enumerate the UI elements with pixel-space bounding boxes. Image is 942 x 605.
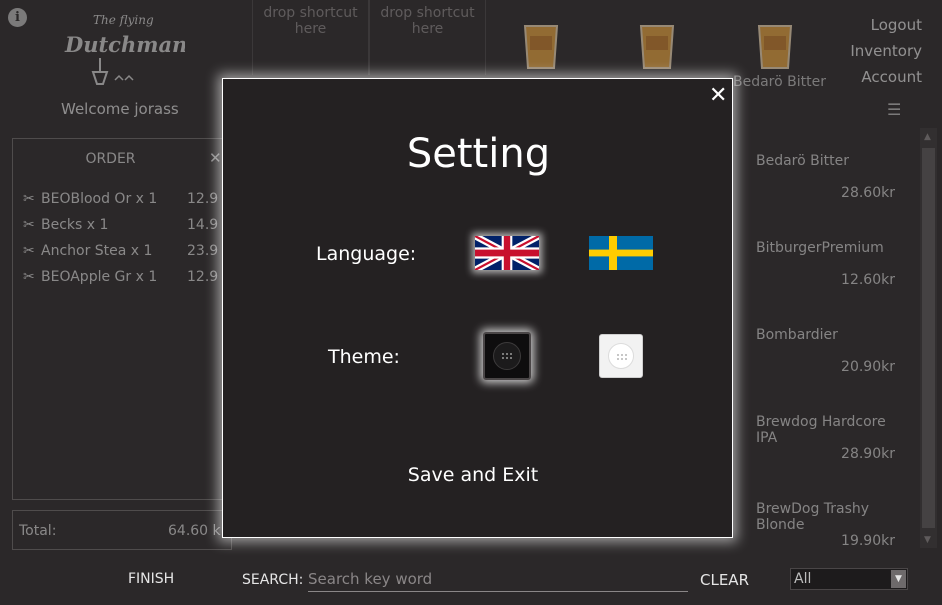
scrollbar-thumb[interactable] — [922, 148, 935, 528]
shortcut-slot-1[interactable]: drop shortcut here — [252, 0, 369, 75]
clear-button[interactable]: CLEAR — [700, 571, 749, 589]
scissors-icon[interactable]: ✂ — [23, 269, 41, 285]
language-label: Language: — [316, 243, 417, 265]
beer-list-scrollbar[interactable]: ▲ ▼ — [920, 128, 937, 548]
beer-name: BitburgerPremium — [756, 240, 884, 256]
shortcut-slot-2[interactable]: drop shortcut here — [369, 0, 486, 75]
flying-dutchman-logo: The flying Dutchman — [64, 13, 185, 85]
order-row: ✂ BEOBlood Or x 1 12.9 — [23, 191, 218, 207]
logo-title: Dutchman — [64, 32, 185, 57]
dark-theme-button[interactable] — [483, 332, 531, 380]
grid-dots-icon — [502, 353, 512, 359]
scissors-icon[interactable]: ✂ — [23, 191, 41, 207]
info-icon[interactable]: i — [8, 8, 27, 27]
logo-tagline: The flying — [93, 13, 154, 27]
beer-price: 19.90kr — [841, 533, 895, 549]
order-item-name: BEOBlood Or x 1 — [41, 191, 158, 207]
order-item-price: 14.9 — [187, 217, 219, 233]
top-beer-name[interactable]: Bedarö Bitter — [733, 74, 826, 90]
beer-name: Bedarö Bitter — [756, 153, 849, 169]
settings-modal: ✕ Setting Language: Theme: Save and Exit — [222, 78, 733, 538]
beer-name: Brewdog Hardcore IPA — [756, 414, 886, 446]
logout-link[interactable]: Logout — [850, 12, 922, 38]
filter-selected-value: All — [794, 571, 812, 587]
beer-list-item[interactable]: Brewdog Hardcore IPA 28.90kr — [712, 414, 912, 494]
save-and-exit-button[interactable]: Save and Exit — [223, 464, 723, 486]
total-label: Total: — [19, 523, 57, 539]
scroll-up-icon[interactable]: ▲ — [924, 132, 931, 142]
beer-glass-icon[interactable] — [638, 22, 676, 72]
light-theme-knob-icon — [608, 343, 634, 369]
order-item-name: Anchor Stea x 1 — [41, 243, 153, 259]
beer-glass-icon[interactable] — [522, 22, 560, 72]
account-link[interactable]: Account — [850, 64, 922, 90]
beer-glass-icon[interactable] — [756, 22, 794, 72]
order-row: ✂ BEOApple Gr x 1 12.9 — [23, 269, 218, 285]
order-close-icon[interactable]: ✕ — [209, 149, 222, 167]
dark-theme-knob-icon — [493, 342, 521, 370]
beer-price: 12.60kr — [841, 272, 895, 288]
beer-list-item[interactable]: Bombardier 20.90kr — [712, 327, 912, 407]
light-theme-button[interactable] — [599, 334, 643, 378]
beer-list-item[interactable]: BitburgerPremium 12.60kr — [712, 240, 912, 320]
order-item-price: 23.9 — [187, 243, 219, 259]
order-item-price: 12.9 — [187, 191, 219, 207]
modal-title: Setting — [406, 131, 551, 177]
app-window: i The flying Dutchman Welcome jorass dro… — [0, 0, 942, 605]
theme-label: Theme: — [328, 346, 400, 368]
order-row: ✂ Becks x 1 14.9 — [23, 217, 218, 233]
search-label: SEARCH: — [242, 572, 304, 588]
order-row: ✂ Anchor Stea x 1 23.9 — [23, 243, 218, 259]
beer-name: BrewDog Trashy Blonde — [756, 501, 870, 533]
order-item-name: BEOApple Gr x 1 — [41, 269, 158, 285]
order-item-price: 12.9 — [187, 269, 219, 285]
scissors-icon[interactable]: ✂ — [23, 243, 41, 259]
order-panel: ORDER ✕ ✂ BEOBlood Or x 1 12.9 ✂ Becks x 1… — [12, 138, 232, 500]
total-value: 64.60 k — [168, 523, 221, 539]
beer-price: 28.90kr — [841, 446, 895, 462]
uk-flag-icon[interactable] — [475, 236, 539, 270]
finish-button[interactable]: FINISH — [128, 571, 174, 587]
beer-name: Bombardier — [756, 327, 838, 343]
category-filter-select[interactable]: All ▼ — [790, 568, 908, 590]
sweden-flag-icon[interactable] — [589, 236, 653, 270]
welcome-text: Welcome jorass — [61, 100, 179, 118]
hamburger-menu-icon[interactable]: ☰ — [887, 100, 901, 119]
chevron-down-icon[interactable]: ▼ — [891, 570, 906, 588]
beer-price: 28.60kr — [841, 185, 895, 201]
order-item-name: Becks x 1 — [41, 217, 109, 233]
header-links: Logout Inventory Account — [850, 12, 922, 90]
grid-dots-icon — [617, 354, 627, 360]
inventory-link[interactable]: Inventory — [850, 38, 922, 64]
order-title: ORDER — [85, 151, 136, 167]
search-input[interactable] — [308, 567, 688, 592]
close-icon[interactable]: ✕ — [709, 83, 727, 108]
scissors-icon[interactable]: ✂ — [23, 217, 41, 233]
scroll-down-icon[interactable]: ▼ — [924, 535, 931, 545]
beer-list-item[interactable]: Bedarö Bitter 28.60kr — [712, 153, 912, 233]
beer-price: 20.90kr — [841, 359, 895, 375]
total-box: Total: 64.60 k — [12, 510, 232, 550]
